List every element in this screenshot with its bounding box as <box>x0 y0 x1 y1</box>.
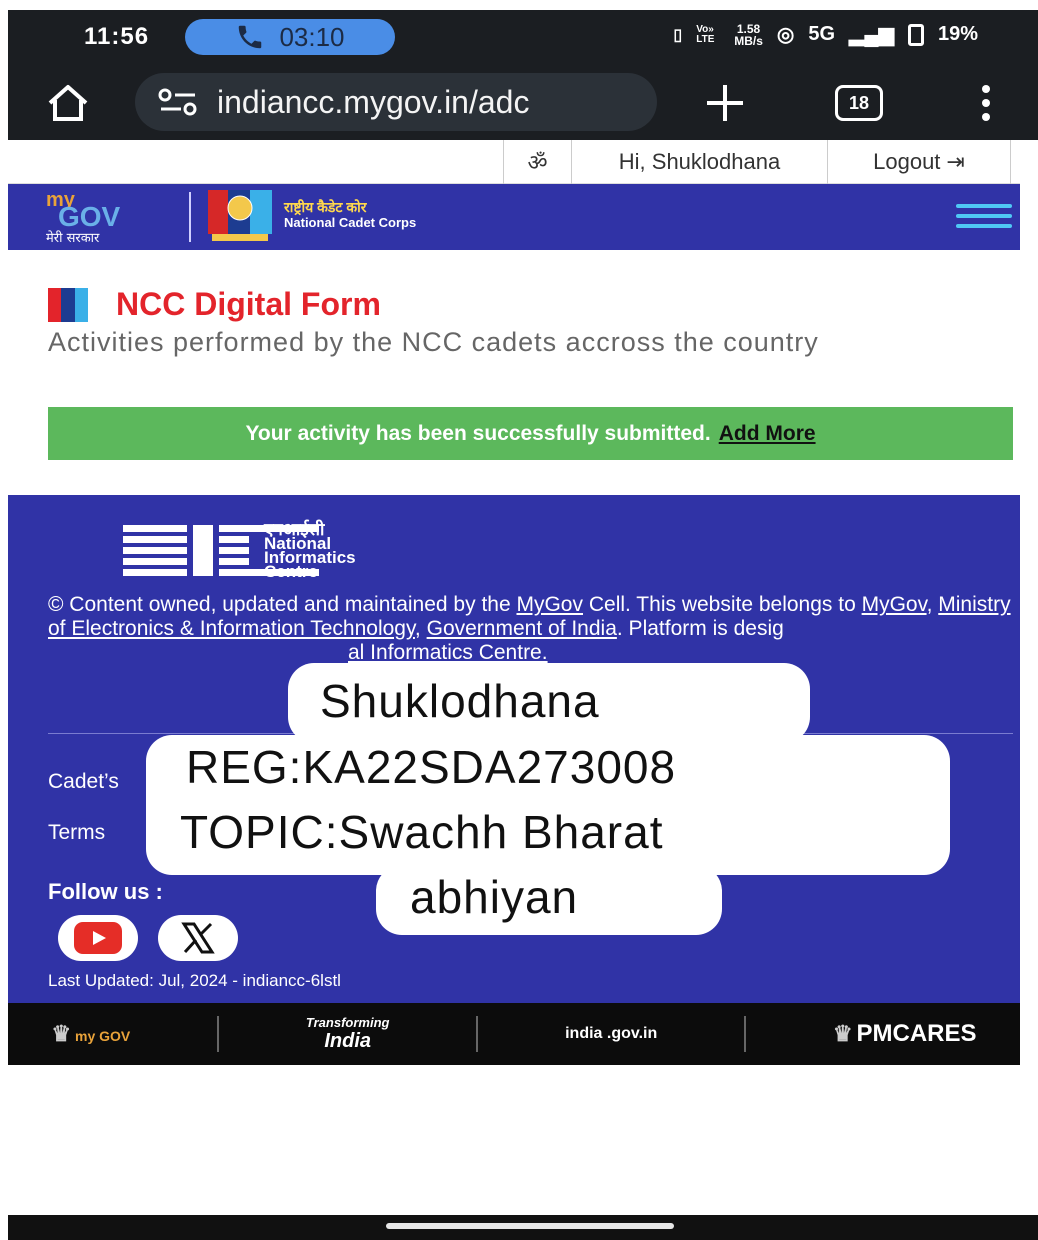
status-bar: 11:56 03:10 ▯ Vo» LTE 1.58 MB/s ◎ 5G ▂▄▆… <box>8 10 1038 65</box>
sticker-topic-2: abhiyan <box>410 871 579 923</box>
mygov-partner-text: my GOV <box>75 1028 131 1044</box>
mygov-link-2[interactable]: MyGov <box>862 593 927 616</box>
pmcares-logo[interactable]: ♛ PMCARES <box>833 1020 977 1048</box>
nic-link[interactable]: al Informatics Centre. <box>348 641 548 664</box>
new-tab-icon[interactable] <box>701 79 749 127</box>
goi-link[interactable]: Government of India <box>427 617 617 640</box>
ncc-title-hindi: राष्ट्रीय कैडेट कोर <box>284 199 367 215</box>
hamburger-menu-icon[interactable] <box>956 204 1012 232</box>
footer-copyright: © Content owned, updated and maintained … <box>48 593 1013 665</box>
home-gesture-handle[interactable] <box>386 1223 674 1229</box>
volte-label: Vo» LTE <box>696 23 715 45</box>
top-utility-strip: ॐ Hi, Shuklodhana Logout ⇥ <box>8 140 1020 184</box>
india-gov-text: india .gov.in <box>565 1025 658 1042</box>
logout-button[interactable]: Logout ⇥ <box>827 140 1011 184</box>
accessibility-button[interactable]: ॐ <box>503 140 571 184</box>
sticker-name: Shuklodhana <box>320 675 600 727</box>
form-title-row: NCC Digital Form <box>48 286 381 323</box>
ncc-title: राष्ट्रीय कैडेट कोर National Cadet Corps <box>284 199 417 231</box>
page-subtitle: Activities performed by the NCC cadets a… <box>48 327 819 357</box>
pmcares-text: PMCARES <box>856 1020 977 1047</box>
vibrate-icon: ▯ <box>673 26 683 44</box>
follow-us-label: Follow us : <box>48 879 163 904</box>
copy-text-2: Cell. This website belongs to <box>588 593 856 616</box>
ncc-title-english: National Cadet Corps <box>284 215 417 230</box>
success-alert: Your activity has been successfully subm… <box>48 407 1013 460</box>
gesture-navigation-bar <box>8 1215 1038 1240</box>
terms-link[interactable]: Terms <box>48 821 105 845</box>
ongoing-call-chip[interactable]: 03:10 <box>185 19 395 55</box>
address-bar[interactable]: indiancc.mygov.in/adc <box>135 73 657 131</box>
call-timer: 03:10 <box>279 21 345 52</box>
mygov-link[interactable]: MyGov <box>516 593 583 616</box>
more-options-icon[interactable] <box>980 83 992 123</box>
network-speed: 1.58 MB/s <box>734 23 763 47</box>
partner-divider <box>476 1016 479 1052</box>
mygov-partner-logo[interactable]: ♛ my GOV <box>51 1021 130 1047</box>
sticker-topic: TOPIC:Swachh Bharat <box>180 806 664 858</box>
partner-logos-bar: ♛ my GOV Transforming India india .gov.i… <box>8 1003 1020 1065</box>
user-greeting: Hi, Shuklodhana <box>571 140 827 184</box>
transforming-text: Transforming <box>305 1015 390 1030</box>
home-icon[interactable] <box>44 81 92 125</box>
tab-count: 18 <box>848 92 870 113</box>
youtube-icon <box>74 922 122 954</box>
status-indicators: ▯ Vo» LTE 1.58 MB/s ◎ 5G ▂▄▆ 19% <box>673 22 978 47</box>
url-text[interactable]: indiancc.mygov.in/adc <box>217 84 529 121</box>
network-speed-unit: MB/s <box>734 33 763 48</box>
emblem-icon: ♛ <box>832 1021 853 1046</box>
mygov-logo[interactable]: my GOV मेरी सरकार <box>44 188 172 246</box>
battery-level: 19% <box>937 23 978 45</box>
add-more-link[interactable]: Add More <box>719 422 816 446</box>
accessibility-icon: ॐ <box>527 150 548 175</box>
network-type: 5G <box>808 23 836 45</box>
copy-text-4: , <box>414 617 421 640</box>
copy-text-3: , <box>926 593 933 616</box>
web-page: ॐ Hi, Shuklodhana Logout ⇥ my GOV मेरी स… <box>8 140 1020 1080</box>
mygov-hindi: मेरी सरकार <box>46 230 100 246</box>
browser-toolbar: indiancc.mygov.in/adc 18 <box>8 65 1038 140</box>
partner-divider <box>744 1016 747 1052</box>
logout-label: Logout <box>873 149 941 174</box>
tab-switcher-button[interactable]: 18 <box>835 85 883 121</box>
nic-wordmark: एनआईसी National Informatics Centre <box>264 521 356 581</box>
site-settings-icon[interactable] <box>157 87 199 117</box>
sticker-reg: REG:KA22SDA273008 <box>186 741 677 793</box>
battery-icon <box>907 23 924 46</box>
page-title: NCC Digital Form <box>116 286 381 322</box>
success-message: Your activity has been successfully subm… <box>245 421 711 445</box>
signal-icon: ▂▄▆ <box>849 24 894 46</box>
logout-icon: ⇥ <box>946 149 965 174</box>
emblem-icon: ♛ <box>51 1021 72 1046</box>
india-gov-logo[interactable]: india .gov.in <box>565 1025 657 1043</box>
phone-screen: 11:56 03:10 ▯ Vo» LTE 1.58 MB/s ◎ 5G ▂▄▆… <box>8 10 1038 1240</box>
last-updated: Last Updated: Jul, 2024 - indiancc-6lstl <box>48 971 341 990</box>
nic-line-3: Centre <box>264 562 318 581</box>
transforming-india-logo[interactable]: Transforming India <box>306 1015 390 1053</box>
greeting-text: Hi, Shuklodhana <box>618 149 781 174</box>
copy-text-5: . Platform is desig <box>616 617 784 640</box>
ncc-flag-icon <box>48 287 88 322</box>
hotspot-icon: ◎ <box>776 24 795 46</box>
x-twitter-button[interactable] <box>158 915 238 961</box>
x-icon <box>181 922 215 954</box>
phone-icon <box>239 25 262 49</box>
partner-divider <box>217 1016 220 1052</box>
youtube-button[interactable] <box>58 915 138 961</box>
svg-text:GOV: GOV <box>58 201 121 232</box>
status-time: 11:56 <box>84 23 150 50</box>
india-text: India <box>324 1030 372 1052</box>
site-navbar: my GOV मेरी सरकार राष्ट्रीय कैडेट कोर Na… <box>8 184 1020 250</box>
copy-text-1: © Content owned, updated and maintained … <box>48 593 511 616</box>
cadet-link[interactable]: Cadet’s <box>48 770 119 794</box>
ncc-emblem-icon[interactable] <box>208 190 272 242</box>
nav-divider <box>189 192 191 242</box>
